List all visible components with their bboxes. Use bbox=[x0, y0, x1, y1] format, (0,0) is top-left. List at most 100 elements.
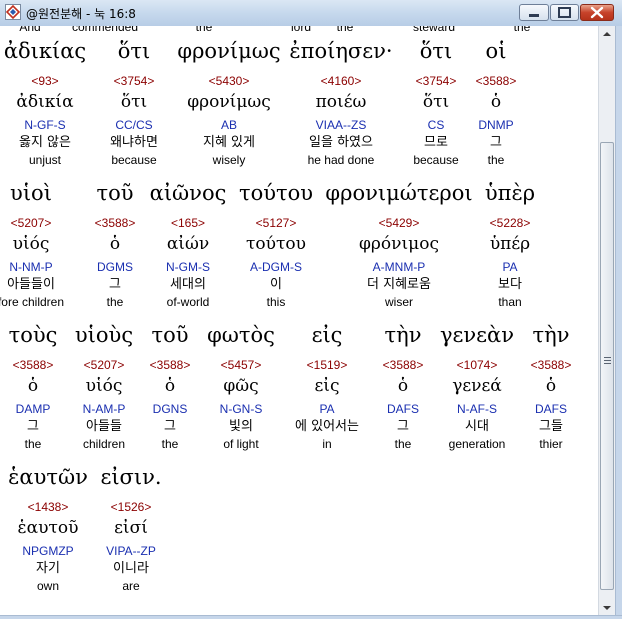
greek-word: ὑπὲρ bbox=[484, 181, 536, 205]
korean-gloss: 더 지혜로움 bbox=[367, 277, 431, 292]
greek-word: εἰς bbox=[311, 323, 343, 347]
lemma-word: ὁ bbox=[109, 234, 121, 254]
strong-number: <3588> bbox=[475, 74, 517, 88]
strong-number: <5430> bbox=[208, 74, 250, 88]
korean-gloss: 그 bbox=[27, 419, 39, 434]
english-gloss: thier bbox=[539, 437, 563, 451]
morphology-code: N-NM-P bbox=[9, 260, 53, 274]
korean-gloss: 그들 bbox=[539, 419, 563, 434]
strong-number: <1438> bbox=[27, 500, 69, 514]
korean-gloss: 일을 하였으 bbox=[309, 135, 373, 150]
arrow-down-icon bbox=[603, 606, 611, 610]
strong-number: <165> bbox=[170, 216, 206, 230]
korean-gloss: 아들들이 bbox=[7, 277, 55, 292]
word-cell[interactable]: τούτου <5127> τούτου A-DGM-S 이 this bbox=[216, 182, 336, 309]
strong-number: <5429> bbox=[378, 216, 420, 230]
lemma-word: ὅτι bbox=[120, 92, 148, 112]
english-gloss: wisely bbox=[212, 153, 246, 167]
english-gloss: are bbox=[122, 579, 140, 593]
lemma-word: φρόνιμος bbox=[359, 234, 439, 254]
word-cell[interactable]: τὴν <3588> ὁ DAFS 그들 thier bbox=[491, 324, 598, 451]
morphology-code: PA bbox=[319, 402, 335, 416]
grip-icon bbox=[604, 357, 611, 364]
word-cell[interactable]: οἱ <3588> ὁ DNMP 그 the bbox=[436, 40, 556, 167]
morphology-code: DNMP bbox=[478, 118, 514, 132]
korean-gloss: 옳지 않은 bbox=[19, 135, 71, 150]
morphology-code: DAFS bbox=[386, 402, 419, 416]
korean-gloss: 그 bbox=[490, 135, 502, 150]
lemma-word: τούτου bbox=[246, 234, 306, 254]
strong-number: <5207> bbox=[10, 216, 52, 230]
korean-gloss: 자기 bbox=[36, 561, 60, 576]
english-gloss: the bbox=[106, 295, 124, 309]
morphology-code: NPGMZP bbox=[22, 544, 74, 558]
english-gloss: of light bbox=[223, 437, 259, 451]
morphology-code: VIPA--ZP bbox=[106, 544, 156, 558]
korean-gloss: 그 bbox=[397, 419, 409, 434]
lemma-word: ὁ bbox=[27, 376, 39, 396]
scroll-up-button[interactable] bbox=[599, 26, 615, 42]
lemma-word: αἰών bbox=[166, 234, 210, 254]
verse-analysis-panel[interactable]: And commended the lord the steward the ἀδικίας <… bbox=[0, 26, 598, 619]
english-gloss: of-world bbox=[166, 295, 210, 309]
strong-number: <93> bbox=[31, 74, 59, 88]
minimize-button[interactable] bbox=[519, 4, 549, 21]
morphology-code: PA bbox=[502, 260, 518, 274]
english-gloss: wiser bbox=[384, 295, 413, 309]
window-frame-bottom bbox=[0, 615, 622, 619]
greek-word: φρονίμως bbox=[177, 39, 281, 63]
lemma-word: εἰσί bbox=[114, 518, 148, 538]
minimize-icon bbox=[529, 14, 539, 17]
lemma-word: ἑαυτοῦ bbox=[17, 518, 79, 538]
word-cell[interactable]: ὑπὲρ <5228> ὑπέρ PA 보다 than bbox=[450, 182, 570, 309]
english-gloss: unjust bbox=[28, 153, 62, 167]
maximize-icon bbox=[558, 7, 571, 18]
morphology-code: CC/CS bbox=[115, 118, 153, 132]
morphology-code: AB bbox=[220, 118, 237, 132]
lemma-word: ποιέω bbox=[315, 92, 367, 112]
vertical-scrollbar[interactable] bbox=[598, 26, 615, 616]
greek-word: φωτὸς bbox=[207, 323, 275, 347]
word-cell[interactable]: φρονίμως <5430> φρονίμως AB 지혜 있게 wisely bbox=[169, 40, 289, 167]
korean-gloss: 이 bbox=[270, 277, 282, 292]
greek-word: τούτου bbox=[238, 181, 314, 205]
english-gloss: in bbox=[322, 437, 332, 451]
english-gloss: he had done bbox=[307, 153, 375, 167]
lemma-word: ὁ bbox=[397, 376, 409, 396]
english-gloss: the bbox=[394, 437, 412, 451]
morphology-code: N-GN-S bbox=[219, 402, 263, 416]
english-gloss: the bbox=[161, 437, 179, 451]
maximize-button[interactable] bbox=[550, 4, 579, 21]
strong-number: <3588> bbox=[530, 358, 572, 372]
lemma-word: ὁ bbox=[490, 92, 502, 112]
close-icon bbox=[590, 6, 604, 19]
scroll-down-button[interactable] bbox=[599, 600, 615, 616]
title-bar[interactable]: @원전분해 - 눅 16:8 bbox=[0, 0, 622, 27]
greek-word: τὴν bbox=[532, 323, 570, 347]
english-gloss: this bbox=[266, 295, 286, 309]
korean-gloss: 시대 bbox=[465, 419, 489, 434]
lemma-word: ὑπέρ bbox=[489, 234, 531, 254]
close-button[interactable] bbox=[580, 4, 614, 21]
strong-number: <3754> bbox=[113, 74, 155, 88]
greek-word: αἰῶνος bbox=[149, 181, 227, 205]
lemma-word: φρονίμως bbox=[187, 92, 271, 112]
morphology-code: N-GM-S bbox=[166, 260, 210, 274]
greek-word: εἰσιν. bbox=[100, 465, 162, 489]
morphology-code: VIAA--ZS bbox=[315, 118, 367, 132]
word-cell[interactable]: φρονιμώτεροι <5429> φρόνιμος A-MNM-P 더 지혜로움 w… bbox=[325, 182, 472, 309]
lemma-word: εἰς bbox=[314, 376, 340, 396]
word-cell[interactable]: εἰσιν. <1526> εἰσί VIPA--ZP 이니라 are bbox=[71, 466, 191, 593]
morphology-code: A-MNM-P bbox=[372, 260, 426, 274]
previous-row-english: the bbox=[336, 26, 354, 34]
english-gloss: the bbox=[487, 153, 505, 167]
korean-gloss: 지혜 있게 bbox=[203, 135, 255, 150]
scrollbar-thumb[interactable] bbox=[600, 142, 614, 590]
korean-gloss: 그 bbox=[109, 277, 121, 292]
english-gloss: than bbox=[498, 295, 522, 309]
morphology-code: A-DGM-S bbox=[250, 260, 302, 274]
previous-row-english: commended bbox=[71, 26, 139, 34]
window-title: @원전분해 - 눅 16:8 bbox=[26, 7, 136, 21]
morphology-code: N-GF-S bbox=[24, 118, 66, 132]
previous-row-english: And bbox=[19, 26, 41, 34]
